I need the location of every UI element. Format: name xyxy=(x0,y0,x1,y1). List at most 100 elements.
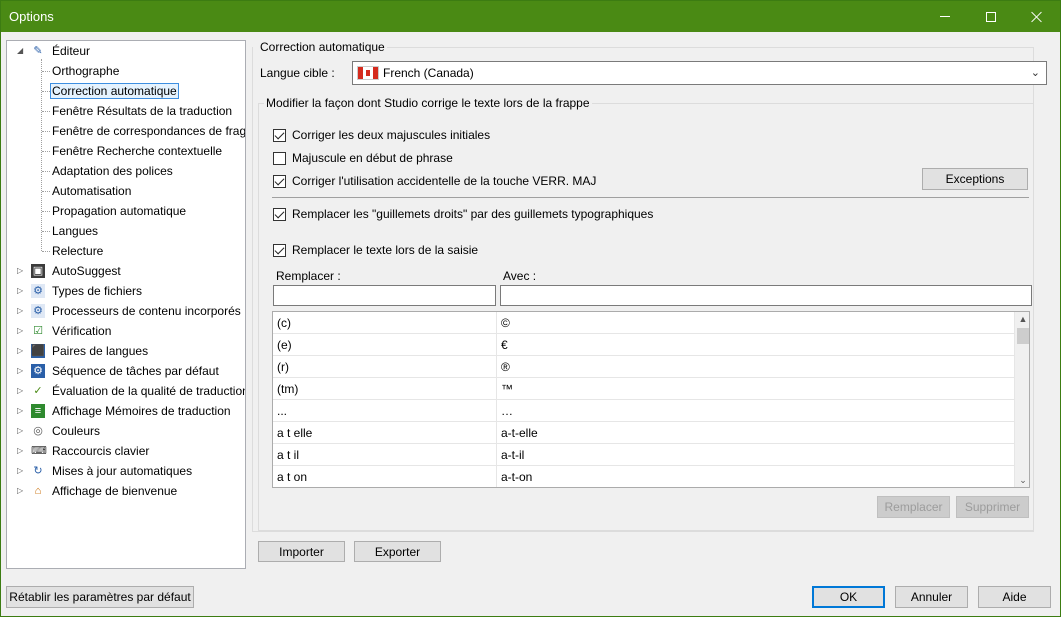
tree-item-11[interactable]: ▷ ▣ AutoSuggest xyxy=(17,262,123,280)
tree-item-10[interactable]: Relecture xyxy=(50,242,105,260)
expand-arrow-icon[interactable]: ▷ xyxy=(17,346,26,356)
expand-arrow-icon[interactable]: ▷ xyxy=(17,366,26,376)
tree-item-label: Paires de langues xyxy=(52,344,149,358)
tree-item-label: Mises à jour automatiques xyxy=(52,464,193,478)
import-button[interactable]: Importer xyxy=(258,541,345,562)
option-replace-text[interactable]: Remplacer le texte lors de la saisie xyxy=(273,243,478,257)
checkbox[interactable] xyxy=(273,128,286,142)
close-button[interactable] xyxy=(1014,1,1060,32)
expand-arrow-icon[interactable]: ▷ xyxy=(17,426,26,436)
tree-item-13[interactable]: ▷ ⚙ Processeurs de contenu incorporés xyxy=(17,302,243,320)
expand-arrow-icon[interactable]: ▷ xyxy=(17,326,26,336)
tree-item-14[interactable]: ▷ ☑ Vérification xyxy=(17,322,113,340)
reset-defaults-button[interactable]: Rétablir les paramètres par défaut xyxy=(6,586,194,608)
tree-item-8[interactable]: Propagation automatique xyxy=(50,202,188,220)
table-row[interactable]: a t elle a-t-elle xyxy=(273,422,1014,444)
tree-item-16[interactable]: ▷ ⚙ Séquence de tâches par défaut xyxy=(17,362,221,380)
tree-item-0[interactable]: ◢ ✎ Éditeur xyxy=(17,42,92,60)
export-button[interactable]: Exporter xyxy=(354,541,441,562)
ok-button[interactable]: OK xyxy=(812,586,885,608)
expand-arrow-icon[interactable]: ▷ xyxy=(17,446,26,456)
checkbox[interactable] xyxy=(273,151,286,165)
tree-item-label: Processeurs de contenu incorporés xyxy=(52,304,241,318)
maximize-button[interactable] xyxy=(968,1,1014,32)
table-row[interactable]: (c) © xyxy=(273,312,1014,334)
with-cell: © xyxy=(501,316,510,330)
with-cell: a-t-il xyxy=(501,448,525,462)
tree-item-12[interactable]: ▷ ⚙ Types de fichiers xyxy=(17,282,144,300)
option-sentence-capital[interactable]: Majuscule en début de phrase xyxy=(273,151,453,165)
table-row[interactable]: a t il a-t-il xyxy=(273,444,1014,466)
close-icon xyxy=(1031,11,1043,23)
keyboard-icon: ⌨ xyxy=(31,445,47,457)
tree-item-20[interactable]: ▷ ⌨ Raccourcis clavier xyxy=(17,442,151,460)
with-column-label: Avec : xyxy=(503,269,537,283)
replace-cell: (r) xyxy=(273,356,497,378)
table-row[interactable]: (tm) ™ xyxy=(273,378,1014,400)
with-cell: … xyxy=(501,404,513,418)
tree-item-5[interactable]: Fenêtre Recherche contextuelle xyxy=(50,142,224,160)
expand-arrow-icon[interactable]: ▷ xyxy=(17,486,26,496)
option-label: Remplacer les "guillemets droits" par de… xyxy=(292,207,654,221)
table-row[interactable]: (e) € xyxy=(273,334,1014,356)
option-two-initial-caps[interactable]: Corriger les deux majuscules initiales xyxy=(273,128,490,142)
tree-item-label: Relecture xyxy=(52,244,104,258)
tree-item-2[interactable]: Correction automatique xyxy=(50,82,179,100)
processor-icon: ⚙ xyxy=(31,304,45,318)
expanded-icon[interactable]: ◢ xyxy=(17,46,26,56)
tree-item-15[interactable]: ▷ ⬛ Paires de langues xyxy=(17,342,150,360)
minimize-button[interactable] xyxy=(922,1,968,32)
cancel-button[interactable]: Annuler xyxy=(895,586,968,608)
tree-item-label: Fenêtre Recherche contextuelle xyxy=(52,144,223,158)
tree-item-7[interactable]: Automatisation xyxy=(50,182,133,200)
table-row[interactable]: (r) ® xyxy=(273,356,1014,378)
table-scrollbar[interactable]: ▲ ⌄ xyxy=(1014,312,1029,487)
tree-item-1[interactable]: Orthographe xyxy=(50,62,121,80)
tree-item-19[interactable]: ▷ ◎ Couleurs xyxy=(17,422,102,440)
tree-item-3[interactable]: Fenêtre Résultats de la traduction xyxy=(50,102,234,120)
expand-arrow-icon[interactable]: ▷ xyxy=(17,386,26,396)
checkbox[interactable] xyxy=(273,207,286,221)
expand-arrow-icon[interactable]: ▷ xyxy=(17,286,26,296)
tree-item-6[interactable]: Adaptation des polices xyxy=(50,162,175,180)
replace-column-label: Remplacer : xyxy=(276,269,341,283)
canada-flag-icon xyxy=(357,66,379,80)
tree-item-9[interactable]: Langues xyxy=(50,222,100,240)
tree-item-21[interactable]: ▷ ↻ Mises à jour automatiques xyxy=(17,462,194,480)
tree-item-22[interactable]: ▷ ⌂ Affichage de bienvenue xyxy=(17,482,179,500)
option-label: Majuscule en début de phrase xyxy=(292,151,453,165)
option-label: Remplacer le texte lors de la saisie xyxy=(292,243,479,257)
tree-item-label: Propagation automatique xyxy=(52,204,187,218)
delete-button[interactable]: Supprimer xyxy=(956,496,1029,518)
exceptions-button[interactable]: Exceptions xyxy=(922,168,1028,190)
expand-arrow-icon[interactable]: ▷ xyxy=(17,466,26,476)
quality-icon: ✓ xyxy=(33,385,43,397)
target-language-value: French (Canada) xyxy=(383,66,474,80)
target-language-select[interactable]: French (Canada) ⌄ xyxy=(352,61,1047,85)
option-smart-quotes[interactable]: Remplacer les "guillemets droits" par de… xyxy=(273,207,653,221)
checkbox[interactable] xyxy=(273,243,286,257)
tree-item-17[interactable]: ▷ ✓ Évaluation de la qualité de traduction xyxy=(17,382,245,400)
filetypes-icon: ⚙ xyxy=(31,284,45,298)
tree-guide-branch xyxy=(42,211,50,212)
checkbox[interactable] xyxy=(273,174,286,188)
tree-item-label: Correction automatique xyxy=(50,83,179,99)
table-row[interactable]: ...… xyxy=(273,400,1014,422)
tree-item-4[interactable]: Fenêtre de correspondances de fragm xyxy=(50,122,245,140)
replace-button[interactable]: Remplacer xyxy=(877,496,950,518)
expand-arrow-icon[interactable]: ▷ xyxy=(17,306,26,316)
with-input[interactable] xyxy=(500,285,1032,306)
table-row[interactable]: a t on a-t-on xyxy=(273,466,1014,487)
expand-arrow-icon[interactable]: ▷ xyxy=(17,406,26,416)
expand-arrow-icon[interactable]: ▷ xyxy=(17,266,26,276)
tree-item-18[interactable]: ▷ ≡ Affichage Mémoires de traduction xyxy=(17,402,233,420)
with-cell: ™ xyxy=(501,382,513,396)
replace-input[interactable] xyxy=(273,285,496,306)
scroll-up-icon[interactable]: ▲ xyxy=(1015,312,1029,326)
scroll-thumb[interactable] xyxy=(1017,328,1029,344)
option-caps-lock[interactable]: Corriger l'utilisation accidentelle de l… xyxy=(273,174,596,188)
tree-item-label: Raccourcis clavier xyxy=(52,444,150,458)
scroll-down-icon[interactable]: ⌄ xyxy=(1015,473,1029,487)
autosuggest-icon: ▣ xyxy=(31,264,45,278)
help-button[interactable]: Aide xyxy=(978,586,1051,608)
